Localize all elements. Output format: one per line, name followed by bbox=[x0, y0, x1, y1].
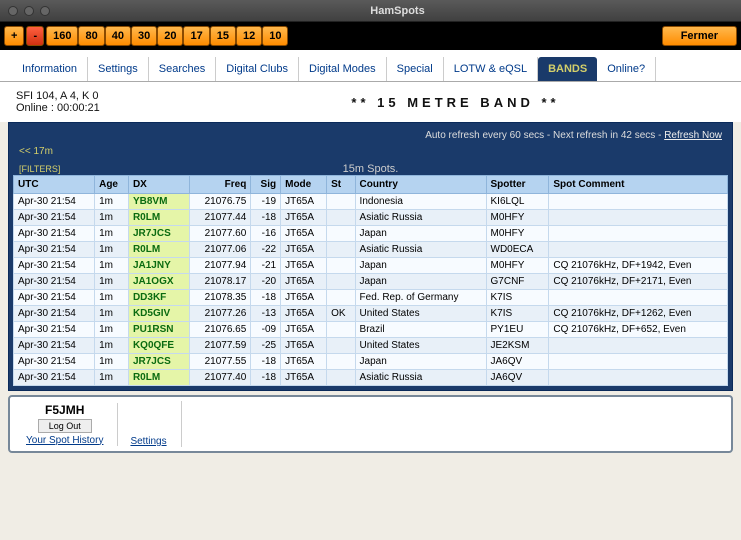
band-button-15[interactable]: 15 bbox=[210, 26, 236, 46]
tab-digital-clubs[interactable]: Digital Clubs bbox=[216, 57, 299, 81]
table-row[interactable]: Apr-30 21:541mPU1RSN21076.65-09JT65ABraz… bbox=[14, 322, 728, 338]
tab-digital-modes[interactable]: Digital Modes bbox=[299, 57, 387, 81]
tab-special[interactable]: Special bbox=[387, 57, 444, 81]
tab-information[interactable]: Information bbox=[12, 57, 88, 81]
spots-table: UTCAgeDXFreqSigModeStCountrySpotterSpot … bbox=[13, 175, 728, 386]
spots-panel: Auto refresh every 60 secs - Next refres… bbox=[8, 122, 733, 391]
logout-button[interactable]: Log Out bbox=[38, 419, 92, 433]
online-status: Online : 00:00:21 bbox=[16, 102, 186, 114]
col-sig[interactable]: Sig bbox=[251, 176, 281, 194]
table-row[interactable]: Apr-30 21:541mR0LM21077.44-18JT65AAsiati… bbox=[14, 210, 728, 226]
tab-online-[interactable]: Online? bbox=[597, 57, 656, 81]
table-row[interactable]: Apr-30 21:541mR0LM21077.40-18JT65AAsiati… bbox=[14, 370, 728, 386]
zoom-out-button[interactable]: - bbox=[26, 26, 44, 46]
col-spot-comment[interactable]: Spot Comment bbox=[549, 176, 728, 194]
status-bar: SFI 104, A 4, K 0 Online : 00:00:21 ** 1… bbox=[0, 82, 741, 122]
tab-nav: InformationSettingsSearchesDigital Clubs… bbox=[0, 50, 741, 82]
col-st[interactable]: St bbox=[327, 176, 355, 194]
band-heading: ** 15 METRE BAND ** bbox=[186, 95, 725, 110]
footer-bar: F5JMH Log Out Your Spot History Settings bbox=[8, 395, 733, 453]
spots-title: 15m Spots. bbox=[13, 163, 728, 175]
table-row[interactable]: Apr-30 21:541mKD5GIV21077.26-13JT65AOKUn… bbox=[14, 306, 728, 322]
table-row[interactable]: Apr-30 21:541mJR7JCS21077.60-16JT65AJapa… bbox=[14, 226, 728, 242]
sfi-status: SFI 104, A 4, K 0 bbox=[16, 90, 186, 102]
col-freq[interactable]: Freq bbox=[189, 176, 251, 194]
refresh-status: Auto refresh every 60 secs - Next refres… bbox=[13, 127, 728, 144]
band-button-12[interactable]: 12 bbox=[236, 26, 262, 46]
filters-link[interactable]: [FILTERS] bbox=[13, 162, 66, 176]
titlebar: HamSpots bbox=[0, 0, 741, 22]
col-spotter[interactable]: Spotter bbox=[486, 176, 549, 194]
refresh-now-link[interactable]: Refresh Now bbox=[664, 130, 722, 141]
window-max-icon[interactable] bbox=[40, 6, 50, 16]
table-row[interactable]: Apr-30 21:541mR0LM21077.06-22JT65AAsiati… bbox=[14, 242, 728, 258]
table-row[interactable]: Apr-30 21:541mJR7JCS21077.55-18JT65AJapa… bbox=[14, 354, 728, 370]
table-row[interactable]: Apr-30 21:541mDD3KF21078.35-18JT65AFed. … bbox=[14, 290, 728, 306]
table-row[interactable]: Apr-30 21:541mYB8VM21076.75-19JT65AIndon… bbox=[14, 194, 728, 210]
window-title: HamSpots bbox=[62, 5, 733, 17]
col-age[interactable]: Age bbox=[95, 176, 129, 194]
table-row[interactable]: Apr-30 21:541mJA1JNY21077.94-21JT65AJapa… bbox=[14, 258, 728, 274]
band-button-20[interactable]: 20 bbox=[157, 26, 183, 46]
band-button-30[interactable]: 30 bbox=[131, 26, 157, 46]
spot-history-link[interactable]: Your Spot History bbox=[26, 435, 103, 446]
tab-searches[interactable]: Searches bbox=[149, 57, 216, 81]
col-country[interactable]: Country bbox=[355, 176, 486, 194]
tab-lotw-eqsl[interactable]: LOTW & eQSL bbox=[444, 57, 538, 81]
band-button-40[interactable]: 40 bbox=[105, 26, 131, 46]
col-utc[interactable]: UTC bbox=[14, 176, 95, 194]
col-mode[interactable]: Mode bbox=[281, 176, 327, 194]
band-button-10[interactable]: 10 bbox=[262, 26, 288, 46]
band-back-link[interactable]: << 17m bbox=[13, 144, 728, 159]
user-callsign: F5JMH bbox=[45, 403, 84, 417]
tab-settings[interactable]: Settings bbox=[88, 57, 149, 81]
band-toolbar: + - 1608040302017151210 Fermer bbox=[0, 22, 741, 50]
window-close-icon[interactable] bbox=[8, 6, 18, 16]
tab-bands[interactable]: BANDS bbox=[538, 57, 597, 81]
settings-link[interactable]: Settings bbox=[130, 436, 166, 447]
col-dx[interactable]: DX bbox=[128, 176, 189, 194]
window-min-icon[interactable] bbox=[24, 6, 34, 16]
table-row[interactable]: Apr-30 21:541mKQ0QFE21077.59-25JT65AUnit… bbox=[14, 338, 728, 354]
band-button-160[interactable]: 160 bbox=[46, 26, 78, 46]
zoom-in-button[interactable]: + bbox=[4, 26, 24, 46]
close-button[interactable]: Fermer bbox=[662, 26, 737, 46]
table-row[interactable]: Apr-30 21:541mJA1OGX21078.17-20JT65AJapa… bbox=[14, 274, 728, 290]
band-button-80[interactable]: 80 bbox=[78, 26, 104, 46]
band-button-17[interactable]: 17 bbox=[183, 26, 209, 46]
